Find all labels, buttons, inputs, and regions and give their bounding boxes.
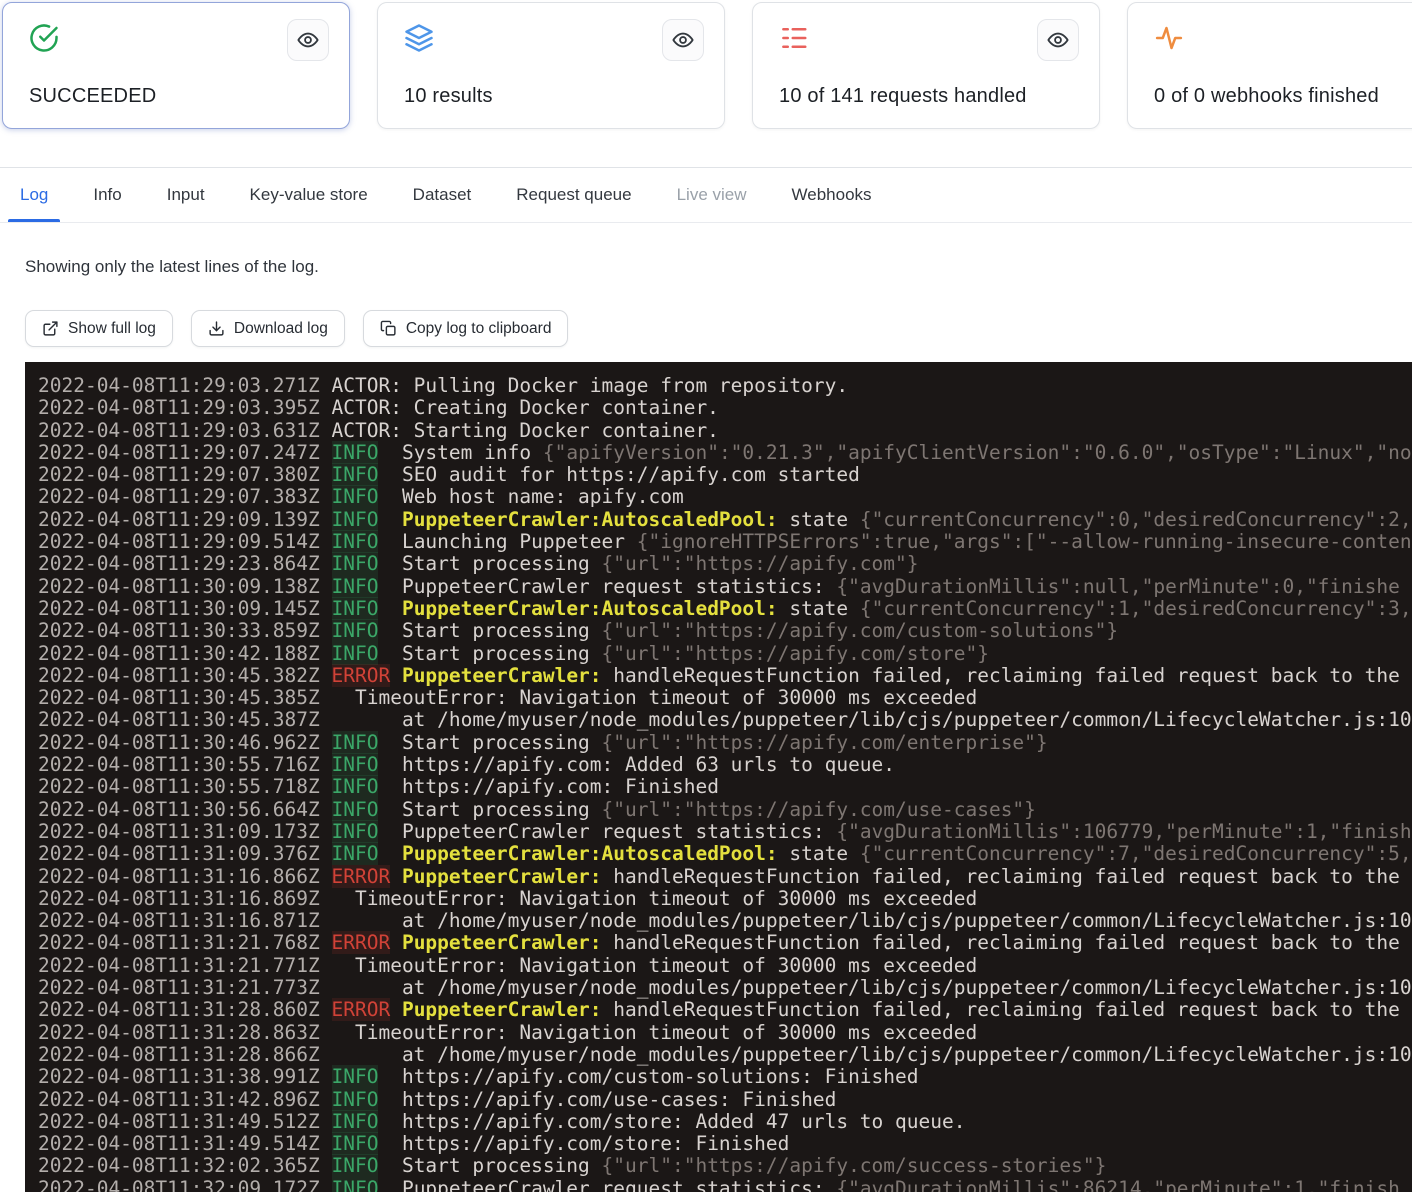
layers-icon bbox=[404, 23, 434, 53]
log-line: 2022-04-08T11:31:21.771Z TimeoutError: N… bbox=[38, 955, 1412, 977]
tab-info[interactable]: Info bbox=[93, 168, 121, 222]
log-section: Showing only the latest lines of the log… bbox=[0, 257, 1412, 1192]
watch-toggle-button[interactable] bbox=[287, 19, 329, 61]
log-notice: Showing only the latest lines of the log… bbox=[25, 257, 1412, 277]
tabs-list: Log Info Input Key-value store Dataset Reques… bbox=[0, 168, 1412, 222]
log-line: 2022-04-08T11:30:09.145Z INFO PuppeteerC… bbox=[38, 598, 1412, 620]
tab-live-view: Live view bbox=[677, 168, 747, 222]
show-full-log-button[interactable]: Show full log bbox=[25, 310, 173, 347]
log-line: 2022-04-08T11:30:42.188Z INFO Start proc… bbox=[38, 643, 1412, 665]
button-label: Copy log to clipboard bbox=[406, 320, 552, 338]
log-line: 2022-04-08T11:31:49.512Z INFO https://ap… bbox=[38, 1111, 1412, 1133]
download-icon bbox=[208, 320, 225, 337]
stat-card-0-of-0-webhooks-finished[interactable]: 0 of 0 webhooks finished bbox=[1127, 2, 1412, 129]
log-line: 2022-04-08T11:30:45.382Z ERROR Puppeteer… bbox=[38, 665, 1412, 687]
log-line: 2022-04-08T11:31:16.866Z ERROR Puppeteer… bbox=[38, 866, 1412, 888]
tab-dataset[interactable]: Dataset bbox=[413, 168, 472, 222]
log-console[interactable]: 2022-04-08T11:29:03.271Z ACTOR: Pulling … bbox=[25, 362, 1412, 1192]
copy-log-to-clipboard-button[interactable]: Copy log to clipboard bbox=[363, 310, 569, 347]
log-line: 2022-04-08T11:29:09.139Z INFO PuppeteerC… bbox=[38, 509, 1412, 531]
log-line: 2022-04-08T11:29:07.383Z INFO Web host n… bbox=[38, 486, 1412, 508]
log-line: 2022-04-08T11:31:16.871Z at /home/myuser… bbox=[38, 910, 1412, 932]
log-line: 2022-04-08T11:30:46.962Z INFO Start proc… bbox=[38, 732, 1412, 754]
log-line: 2022-04-08T11:31:38.991Z INFO https://ap… bbox=[38, 1066, 1412, 1088]
log-line: 2022-04-08T11:32:09.172Z INFO PuppeteerC… bbox=[38, 1178, 1412, 1192]
stat-card-succeeded[interactable]: SUCCEEDED bbox=[2, 2, 350, 129]
eye-icon bbox=[672, 29, 694, 51]
watch-toggle-button[interactable] bbox=[1037, 19, 1079, 61]
log-line: 2022-04-08T11:29:03.271Z ACTOR: Pulling … bbox=[38, 375, 1412, 397]
tab-input[interactable]: Input bbox=[167, 168, 205, 222]
log-line: 2022-04-08T11:29:09.514Z INFO Launching … bbox=[38, 531, 1412, 553]
tab-request-queue[interactable]: Request queue bbox=[516, 168, 631, 222]
log-line: 2022-04-08T11:31:42.896Z INFO https://ap… bbox=[38, 1089, 1412, 1111]
stat-card-label: 10 of 141 requests handled bbox=[779, 85, 1027, 108]
log-line: 2022-04-08T11:31:28.860Z ERROR Puppeteer… bbox=[38, 999, 1412, 1021]
copy-icon bbox=[380, 320, 397, 337]
log-line: 2022-04-08T11:31:21.768Z ERROR Puppeteer… bbox=[38, 932, 1412, 954]
tab-log[interactable]: Log bbox=[20, 168, 48, 222]
log-line: 2022-04-08T11:31:28.866Z at /home/myuser… bbox=[38, 1044, 1412, 1066]
tab-bar: Log Info Input Key-value store Dataset Reques… bbox=[0, 167, 1412, 223]
tab-key-value-store[interactable]: Key-value store bbox=[250, 168, 368, 222]
external-link-icon bbox=[42, 320, 59, 337]
stat-card-label: 0 of 0 webhooks finished bbox=[1154, 85, 1379, 108]
log-line: 2022-04-08T11:31:09.376Z INFO PuppeteerC… bbox=[38, 843, 1412, 865]
log-line: 2022-04-08T11:31:09.173Z INFO PuppeteerC… bbox=[38, 821, 1412, 843]
stat-card-label: 10 results bbox=[404, 85, 493, 108]
log-line: 2022-04-08T11:30:09.138Z INFO PuppeteerC… bbox=[38, 576, 1412, 598]
tab-webhooks[interactable]: Webhooks bbox=[792, 168, 872, 222]
run-stat-cards: SUCCEEDED 10 results 10 of 141 requests ha… bbox=[0, 0, 1412, 129]
watch-toggle-button[interactable] bbox=[662, 19, 704, 61]
log-line: 2022-04-08T11:29:23.864Z INFO Start proc… bbox=[38, 553, 1412, 575]
eye-icon bbox=[1047, 29, 1069, 51]
pulse-icon bbox=[1154, 23, 1184, 53]
log-line: 2022-04-08T11:31:49.514Z INFO https://ap… bbox=[38, 1133, 1412, 1155]
log-line: 2022-04-08T11:30:55.716Z INFO https://ap… bbox=[38, 754, 1412, 776]
log-line: 2022-04-08T11:30:56.664Z INFO Start proc… bbox=[38, 799, 1412, 821]
log-line: 2022-04-08T11:29:07.247Z INFO System inf… bbox=[38, 442, 1412, 464]
log-line: 2022-04-08T11:29:07.380Z INFO SEO audit … bbox=[38, 464, 1412, 486]
log-line: 2022-04-08T11:31:28.863Z TimeoutError: N… bbox=[38, 1022, 1412, 1044]
log-line: 2022-04-08T11:30:55.718Z INFO https://ap… bbox=[38, 776, 1412, 798]
stat-card-label: SUCCEEDED bbox=[29, 85, 156, 108]
actor-run-page: SUCCEEDED 10 results 10 of 141 requests ha… bbox=[0, 0, 1412, 1192]
check-circle-icon bbox=[29, 23, 59, 53]
button-label: Download log bbox=[234, 320, 328, 338]
log-line: 2022-04-08T11:29:03.395Z ACTOR: Creating… bbox=[38, 397, 1412, 419]
log-line: 2022-04-08T11:32:02.365Z INFO Start proc… bbox=[38, 1155, 1412, 1177]
stat-card-10-results[interactable]: 10 results bbox=[377, 2, 725, 129]
log-line: 2022-04-08T11:30:33.859Z INFO Start proc… bbox=[38, 620, 1412, 642]
download-log-button[interactable]: Download log bbox=[191, 310, 345, 347]
log-line: 2022-04-08T11:29:03.631Z ACTOR: Starting… bbox=[38, 420, 1412, 442]
log-actions: Show full log Download log Copy log to cli… bbox=[25, 310, 1412, 347]
log-line: 2022-04-08T11:31:21.773Z at /home/myuser… bbox=[38, 977, 1412, 999]
list-icon bbox=[779, 23, 809, 53]
stat-card-10-of-141-requests-handled[interactable]: 10 of 141 requests handled bbox=[752, 2, 1100, 129]
log-line: 2022-04-08T11:30:45.385Z TimeoutError: N… bbox=[38, 687, 1412, 709]
button-label: Show full log bbox=[68, 320, 156, 338]
eye-icon bbox=[297, 29, 319, 51]
log-line: 2022-04-08T11:30:45.387Z at /home/myuser… bbox=[38, 709, 1412, 731]
log-line: 2022-04-08T11:31:16.869Z TimeoutError: N… bbox=[38, 888, 1412, 910]
